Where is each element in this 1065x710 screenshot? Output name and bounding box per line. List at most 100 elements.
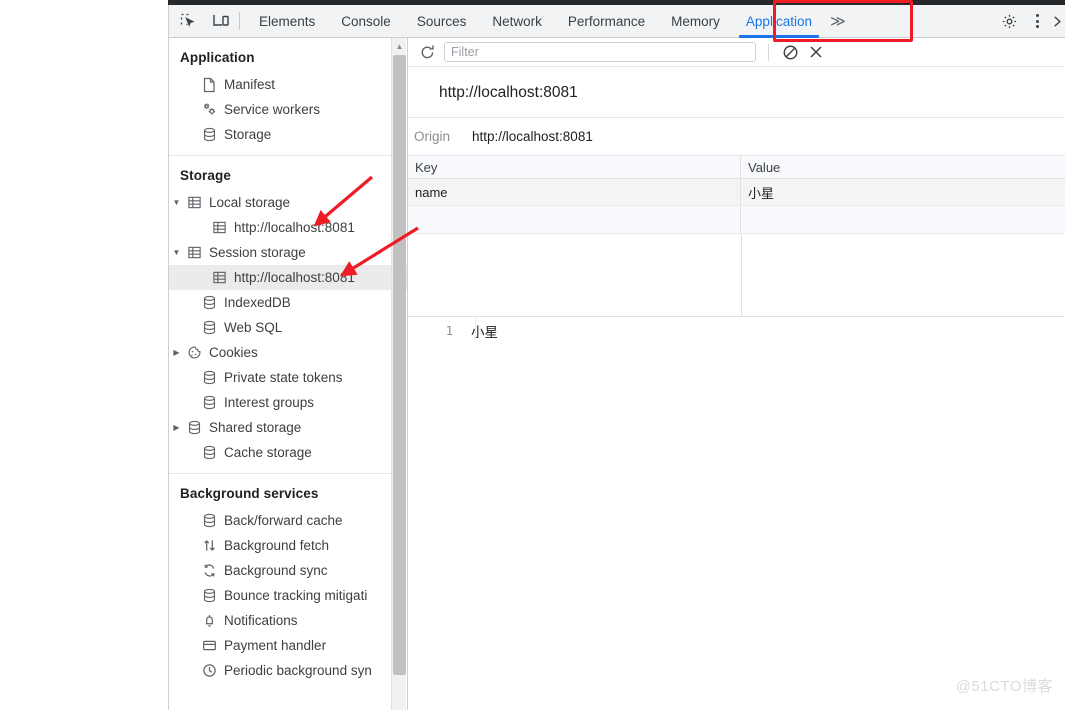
sidebar-item-indexeddb[interactable]: IndexedDB (169, 290, 407, 315)
refresh-icon[interactable] (414, 40, 440, 64)
sidebar-item-session-storage[interactable]: ▼ Session storage (169, 240, 407, 265)
sidebar-item-label: Payment handler (224, 638, 327, 653)
tab-label: Sources (416, 13, 467, 29)
sync-icon (199, 561, 219, 581)
sidebar-item-bounce-tracking-mitigations[interactable]: Bounce tracking mitigati (169, 583, 407, 608)
sidebar-item-manifest[interactable]: Manifest (169, 72, 407, 97)
close-x-icon[interactable] (803, 40, 829, 64)
section-title-storage: Storage (180, 168, 231, 183)
cell-key-empty[interactable] (408, 206, 741, 233)
sidebar-item-label: Service workers (224, 102, 321, 117)
sidebar-item-local-storage-origin[interactable]: http://localhost:8081 (169, 215, 407, 240)
no-entry-icon[interactable] (777, 40, 803, 64)
column-header-value[interactable]: Value (741, 156, 1065, 178)
table-row[interactable]: name 小星 (408, 179, 1065, 206)
sidebar-item-label: Cookies (209, 345, 258, 360)
value-preview-pane: 1 小星 (408, 317, 1065, 341)
tab-memory[interactable]: Memory (658, 5, 733, 38)
sidebar-item-label: Local storage (209, 195, 291, 210)
chevron-down-icon[interactable]: ▼ (169, 248, 184, 257)
inspect-element-icon[interactable] (174, 8, 202, 34)
toolbar-separator (768, 43, 769, 61)
sidebar-scrollbar[interactable]: ▲ (391, 38, 406, 710)
sidebar-item-label: Background fetch (224, 538, 330, 553)
application-sidebar: Application Manifest Service workers Sto… (169, 38, 408, 710)
page-content-area (0, 0, 168, 710)
filter-input[interactable] (444, 42, 756, 62)
scroll-up-arrow-icon[interactable]: ▲ (392, 39, 407, 54)
devtools-tab-strip: Elements Console Sources Network Perform… (169, 5, 1065, 38)
sidebar-item-label: Background sync (224, 563, 328, 578)
tab-console[interactable]: Console (328, 5, 404, 38)
sidebar-item-private-state-tokens[interactable]: Private state tokens (169, 365, 407, 390)
cookie-icon (184, 343, 204, 363)
watermark: @51CTO博客 (955, 678, 1053, 695)
storage-main-panel: http://localhost:8081 Origin http://loca… (408, 38, 1065, 710)
close-icon[interactable] (1051, 6, 1065, 36)
more-tabs-icon[interactable]: ≫ (825, 6, 851, 36)
sidebar-item-shared-storage[interactable]: ▶ Shared storage (169, 415, 407, 440)
sidebar-item-background-sync[interactable]: Background sync (169, 558, 407, 583)
cell-value-empty[interactable] (741, 206, 1065, 233)
tab-network[interactable]: Network (479, 5, 555, 38)
origin-value: http://localhost:8081 (472, 129, 593, 144)
sidebar-item-interest-groups[interactable]: Interest groups (169, 390, 407, 415)
database-icon (199, 318, 219, 338)
sidebar-item-session-storage-origin[interactable]: http://localhost:8081 (169, 265, 407, 290)
device-toolbar-icon[interactable] (207, 8, 235, 34)
table-row-empty[interactable] (408, 206, 1065, 234)
dots-glyph (1035, 14, 1039, 28)
database-icon (199, 393, 219, 413)
three-dot-menu-icon[interactable] (1023, 6, 1051, 36)
gear-icon[interactable] (995, 6, 1023, 36)
sidebar-item-background-fetch[interactable]: Background fetch (169, 533, 407, 558)
sidebar-item-cache-storage[interactable]: Cache storage (169, 440, 407, 465)
sidebar-item-label: Private state tokens (224, 370, 343, 385)
sidebar-item-label: Shared storage (209, 420, 302, 435)
sidebar-item-periodic-background-sync[interactable]: Periodic background syn (169, 658, 407, 683)
chevron-down-icon[interactable]: ▼ (169, 198, 184, 207)
tab-elements[interactable]: Elements (246, 5, 328, 38)
column-divider (741, 234, 742, 316)
scrollbar-thumb[interactable] (393, 55, 406, 675)
database-icon (199, 511, 219, 531)
sidebar-item-service-workers[interactable]: Service workers (169, 97, 407, 122)
tab-sources[interactable]: Sources (404, 5, 480, 38)
storage-key-value-table: Key Value name 小星 (408, 156, 1065, 317)
card-icon (199, 636, 219, 656)
clock-icon (199, 661, 219, 681)
chevron-right-icon[interactable]: ▶ (169, 423, 184, 432)
database-icon (199, 293, 219, 313)
sidebar-item-storage[interactable]: Storage (169, 122, 407, 147)
section-title-application: Application (180, 50, 255, 65)
table-icon (184, 243, 204, 263)
sidebar-item-label: Cache storage (224, 445, 312, 460)
gutter-divider (475, 317, 476, 339)
sidebar-item-label: Manifest (224, 77, 276, 92)
sidebar-item-local-storage[interactable]: ▼ Local storage (169, 190, 407, 215)
sidebar-item-cookies[interactable]: ▶ Cookies (169, 340, 407, 365)
sidebar-item-notifications[interactable]: Notifications (169, 608, 407, 633)
sidebar-item-back-forward-cache[interactable]: Back/forward cache (169, 508, 407, 533)
gears-icon (199, 100, 219, 120)
tab-application[interactable]: Application (733, 5, 825, 38)
tabstrip-right-icons (995, 6, 1065, 36)
database-icon (199, 586, 219, 606)
sidebar-item-web-sql[interactable]: Web SQL (169, 315, 407, 340)
bell-icon (199, 611, 219, 631)
sidebar-item-label: Session storage (209, 245, 306, 260)
preview-content[interactable]: 小星 (464, 321, 498, 341)
sidebar-item-label: IndexedDB (224, 295, 291, 310)
cell-value[interactable]: 小星 (741, 179, 1065, 205)
more-tabs-label: ≫ (830, 13, 846, 30)
tab-performance[interactable]: Performance (555, 5, 658, 38)
tab-label: Performance (567, 13, 646, 29)
column-header-key[interactable]: Key (408, 156, 741, 178)
chevron-right-icon[interactable]: ▶ (169, 348, 184, 357)
storage-toolbar (408, 38, 1065, 67)
origin-label: Origin (414, 129, 451, 144)
cell-key[interactable]: name (408, 179, 741, 205)
sidebar-section-background-services: Background services Back/forward cache B… (169, 474, 407, 691)
origin-row: Origin http://localhost:8081 (408, 118, 1065, 156)
sidebar-item-payment-handler[interactable]: Payment handler (169, 633, 407, 658)
